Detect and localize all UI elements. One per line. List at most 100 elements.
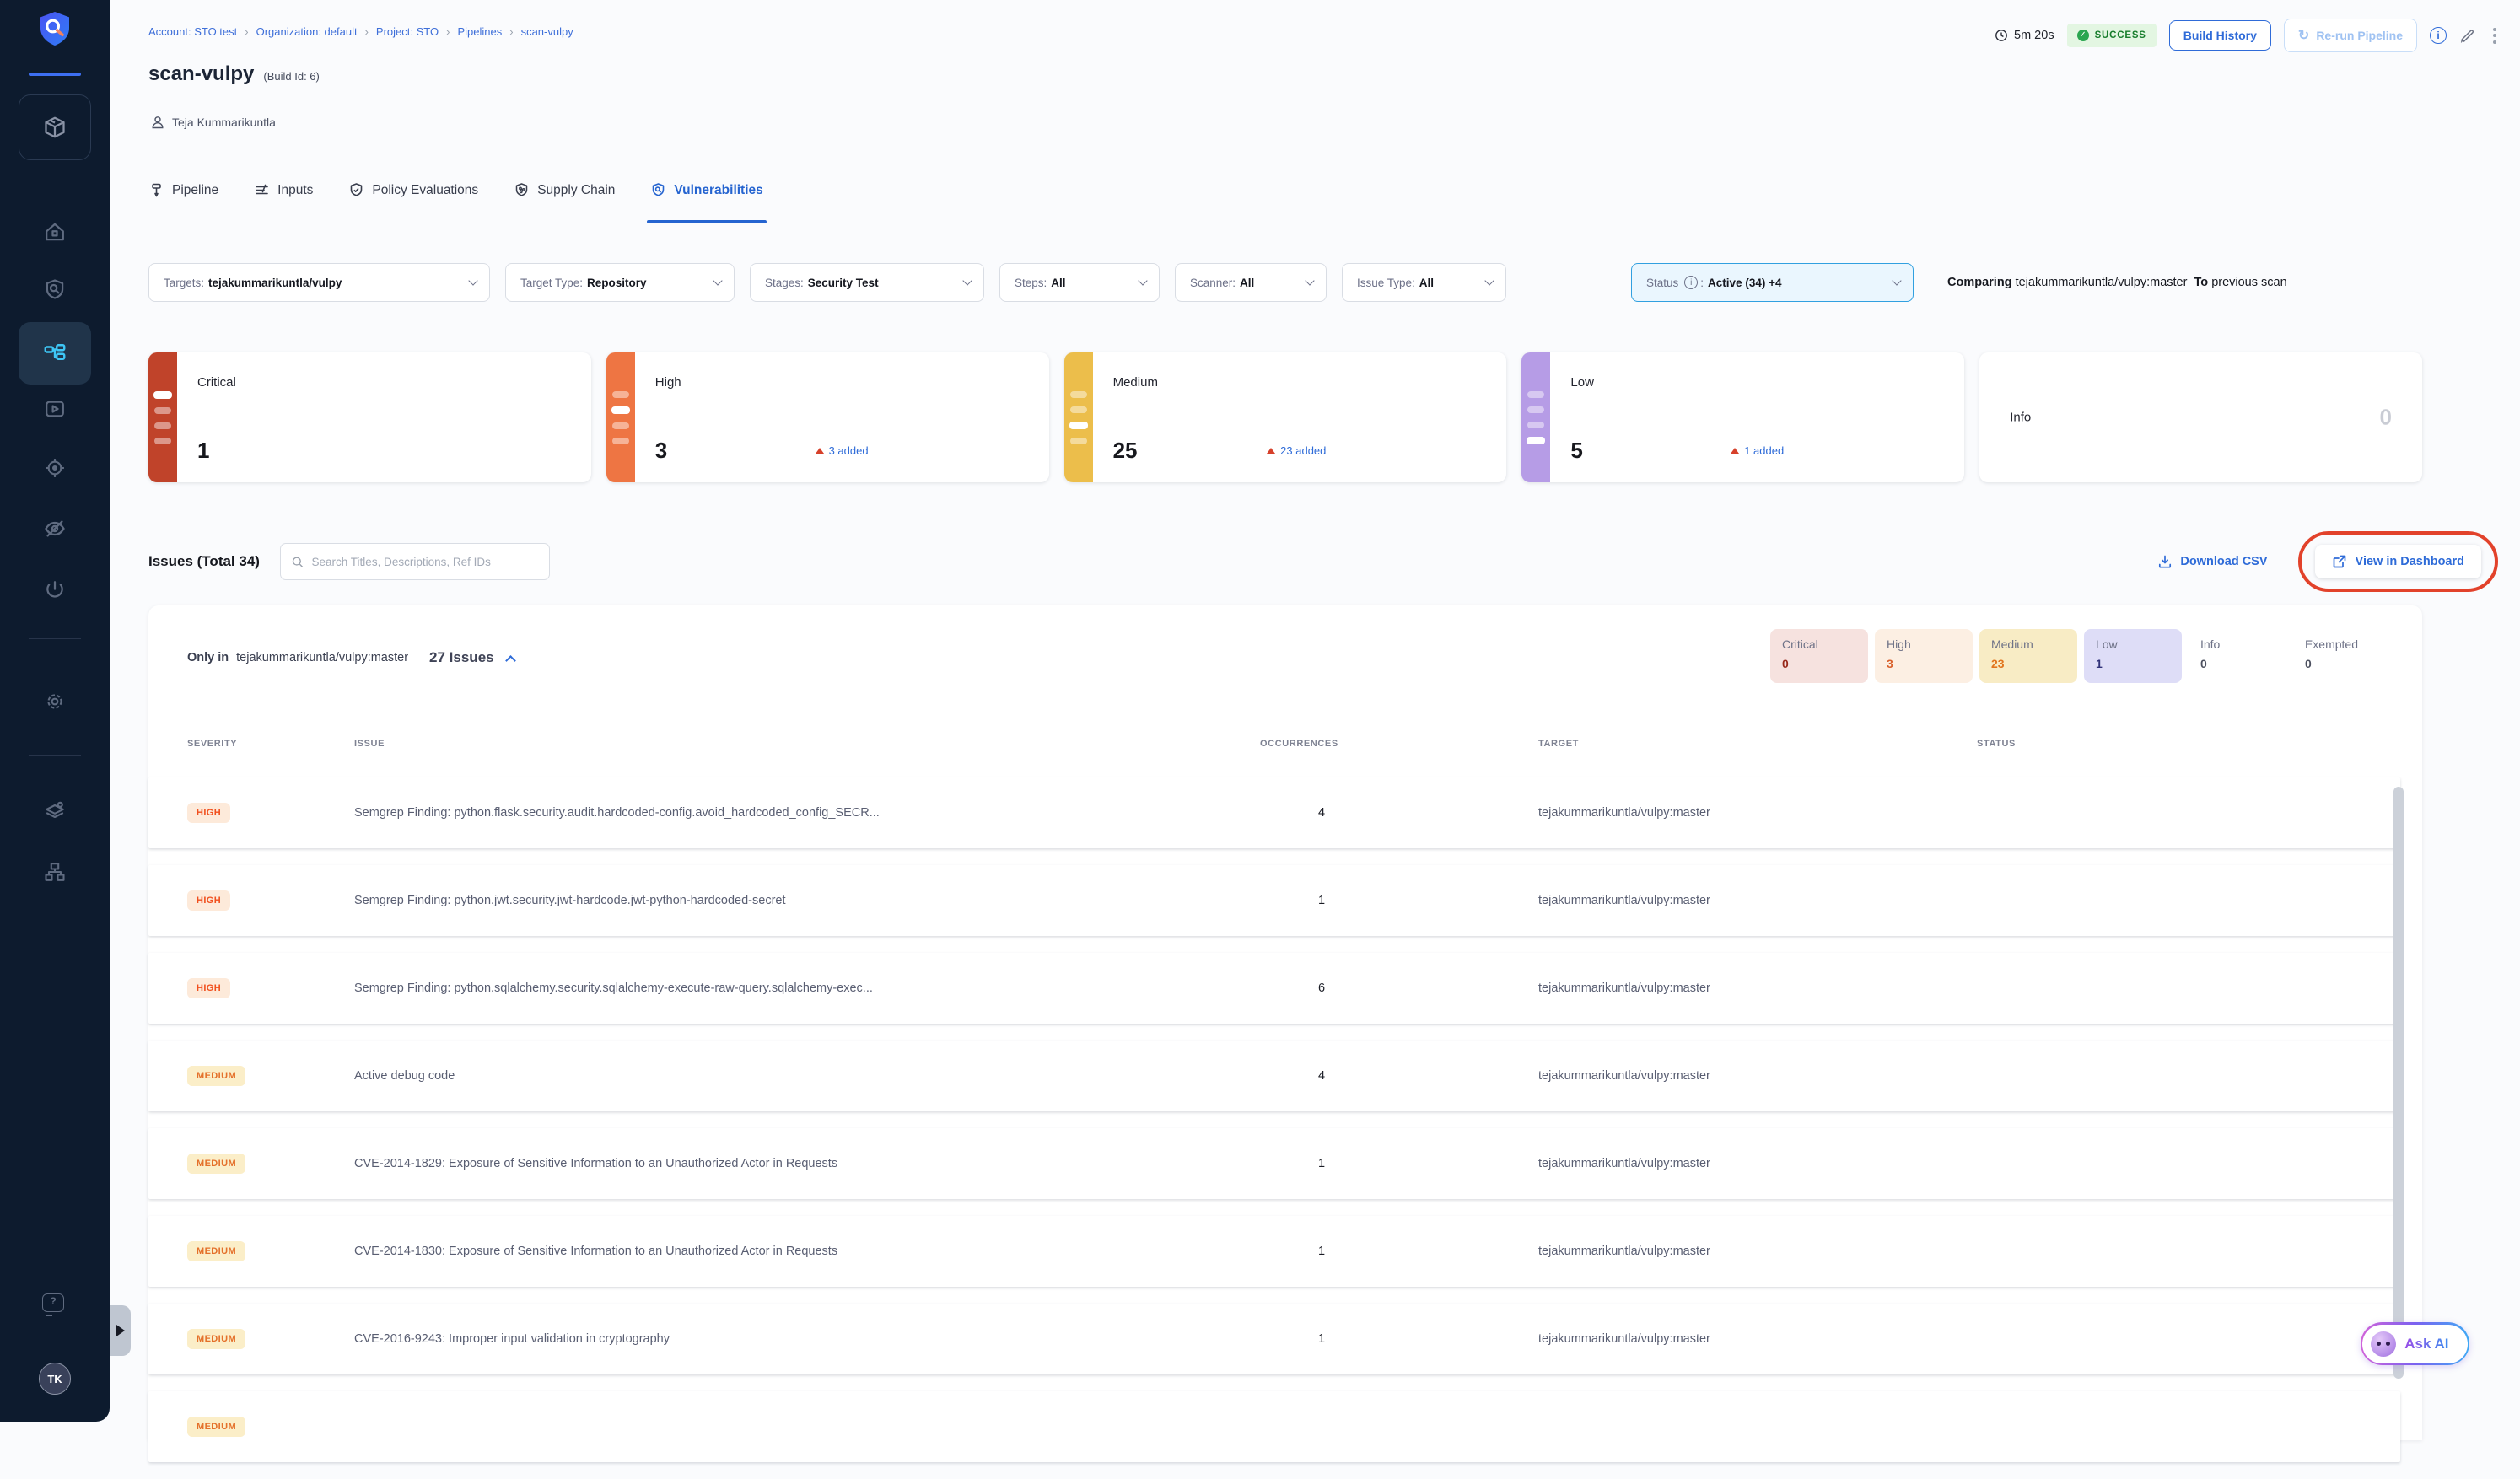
triangle-up-icon [1731, 448, 1739, 454]
table-row[interactable]: MEDIUM CVE-2016-9243: Improper input val… [148, 1304, 2400, 1374]
breadcrumb: Account: STO test › Organization: defaul… [148, 25, 573, 38]
comparing-text: Comparing tejakummarikuntla/vulpy:master… [1947, 276, 2287, 289]
edit-pencil-icon[interactable] [2459, 28, 2475, 44]
chevron-down-icon [468, 276, 477, 285]
sidebar-divider [29, 638, 81, 639]
filter-stages[interactable]: Stages:Security Test [750, 263, 984, 302]
breadcrumb-pipeline-name[interactable]: scan-vulpy [521, 25, 573, 38]
table-row[interactable]: HIGH Semgrep Finding: python.sqlalchemy.… [148, 953, 2400, 1024]
pipeline-icon [148, 182, 164, 198]
chip-info[interactable]: Info0 [2189, 629, 2286, 683]
filter-target-type[interactable]: Target Type:Repository [505, 263, 735, 302]
info-icon[interactable] [2430, 27, 2447, 44]
author-row: Teja Kummarikuntla [150, 115, 276, 130]
chevron-up-icon[interactable] [505, 655, 516, 666]
added-count: 23 added [1267, 444, 1326, 457]
user-avatar[interactable]: TK [39, 1363, 71, 1395]
search-input[interactable] [312, 556, 539, 568]
breadcrumb-project[interactable]: Project: STO [376, 25, 439, 38]
table-row[interactable]: MEDIUM CVE-2014-1830: Exposure of Sensit… [148, 1216, 2400, 1287]
sidebar-item-pipelines[interactable] [19, 322, 91, 385]
table-row[interactable]: HIGH Semgrep Finding: python.flask.secur… [148, 777, 2400, 848]
sidebar-item-settings[interactable] [43, 690, 67, 713]
severity-badge: HIGH [187, 890, 230, 911]
inputs-icon [254, 182, 270, 198]
issues-header: Issues (Total 34) Download CSV View in D… [148, 531, 2498, 592]
chip-high[interactable]: High3 [1875, 629, 1973, 683]
card-medium[interactable]: Medium 25 23 added [1064, 352, 1507, 482]
table-row[interactable]: MEDIUM [148, 1391, 2400, 1462]
tab-supply-chain[interactable]: Supply Chain [514, 182, 615, 198]
card-critical[interactable]: Critical 1 [148, 352, 591, 482]
clock-icon [1995, 29, 2008, 42]
view-in-dashboard-button[interactable]: View in Dashboard [2315, 545, 2481, 578]
table-scrollbar[interactable] [2393, 787, 2404, 1379]
table-header: SEVERITY ISSUE OCCURRENCES TARGET STATUS [148, 739, 2400, 749]
module-selector-button[interactable] [19, 94, 91, 160]
sidebar-item-organization[interactable] [43, 860, 67, 884]
sidebar-item-targets[interactable] [43, 456, 67, 480]
execution-duration: 5m 20s [1995, 29, 2054, 42]
added-count: 3 added [816, 444, 869, 457]
table-rows: HIGH Semgrep Finding: python.flask.secur… [148, 777, 2400, 1479]
search-icon [291, 555, 304, 569]
severity-chips: Critical0 High3 Medium23 Low1 Info0 Exem… [1770, 629, 2370, 683]
tab-vulnerabilities[interactable]: Vulnerabilities [650, 182, 762, 198]
tab-policy-evaluations[interactable]: Policy Evaluations [348, 182, 478, 198]
breadcrumb-account[interactable]: Account: STO test [148, 25, 237, 38]
sto-logo-icon[interactable] [37, 10, 73, 49]
check-circle-icon [2077, 30, 2089, 41]
chevron-down-icon [1484, 276, 1494, 285]
ai-mascot-icon [2371, 1331, 2396, 1357]
chip-low[interactable]: Low1 [2084, 629, 2182, 683]
critical-band [148, 352, 177, 482]
chip-medium[interactable]: Medium23 [1979, 629, 2077, 683]
card-high[interactable]: High 3 3 added [606, 352, 1049, 482]
tab-pipeline[interactable]: Pipeline [148, 182, 218, 198]
severity-badge: MEDIUM [187, 1417, 245, 1437]
sidebar-divider [29, 755, 81, 756]
chip-exempted[interactable]: Exempted0 [2293, 629, 2370, 683]
card-info[interactable]: Info 0 [1979, 352, 2422, 482]
issues-group-header[interactable]: Only in tejakummarikuntla/vulpy:master 2… [187, 649, 514, 666]
build-id: (Build Id: 6) [263, 70, 319, 83]
filter-status[interactable]: Status : Active (34) +4 [1631, 263, 1914, 302]
card-low[interactable]: Low 5 1 added [1521, 352, 1964, 482]
sidebar-item-exemptions[interactable] [43, 517, 67, 541]
breadcrumb-org[interactable]: Organization: default [256, 25, 358, 38]
low-band [1521, 352, 1550, 482]
cube-icon [42, 115, 67, 140]
help-chat-icon[interactable] [42, 1293, 64, 1312]
issues-search[interactable] [280, 543, 550, 580]
chip-critical[interactable]: Critical0 [1770, 629, 1868, 683]
sidebar-item-scans[interactable] [43, 277, 67, 301]
sidebar-item-executions[interactable] [43, 397, 67, 421]
table-row[interactable]: MEDIUM CVE-2014-1829: Exposure of Sensit… [148, 1128, 2400, 1199]
sidebar-expand-handle[interactable] [110, 1305, 131, 1356]
table-row[interactable]: MEDIUM Active debug code 4 tejakummariku… [148, 1041, 2400, 1111]
sidebar-item-default-settings[interactable] [43, 799, 67, 823]
severity-badge: MEDIUM [187, 1329, 245, 1349]
filter-issue-type[interactable]: Issue Type:All [1342, 263, 1506, 302]
breadcrumb-pipelines[interactable]: Pipelines [457, 25, 502, 38]
download-csv-button[interactable]: Download CSV [2157, 554, 2267, 569]
more-options-icon[interactable] [2488, 26, 2501, 46]
filter-steps[interactable]: Steps:All [999, 263, 1160, 302]
sidebar-item-get-started[interactable] [43, 578, 67, 602]
sidebar-item-home[interactable] [43, 220, 67, 244]
tab-bar: Pipeline Inputs Policy Evaluations Suppl… [148, 182, 763, 198]
main-content: Account: STO test › Organization: defaul… [110, 0, 2520, 1422]
severity-badge: MEDIUM [187, 1241, 245, 1261]
rerun-pipeline-button[interactable]: Re-run Pipeline [2284, 19, 2417, 52]
build-history-button[interactable]: Build History [2169, 20, 2271, 51]
filters-row: Targets:tejakummarikuntla/vulpy Target T… [148, 263, 2287, 302]
filter-targets[interactable]: Targets:tejakummarikuntla/vulpy [148, 263, 490, 302]
tab-inputs[interactable]: Inputs [254, 182, 313, 198]
chevron-down-icon [1305, 276, 1314, 285]
table-row[interactable]: HIGH Semgrep Finding: python.jwt.securit… [148, 865, 2400, 936]
ask-ai-button[interactable]: Ask AI [2361, 1322, 2469, 1365]
filter-scanner[interactable]: Scanner:All [1175, 263, 1327, 302]
info-icon [1684, 276, 1698, 289]
user-icon [150, 115, 165, 130]
external-link-icon [2332, 554, 2347, 569]
